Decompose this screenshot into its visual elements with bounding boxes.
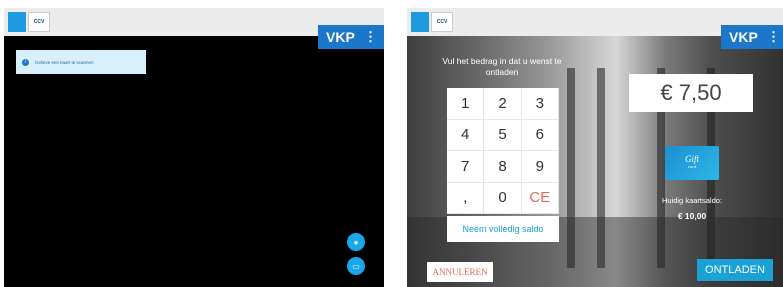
giftcard-icon: Gift card [665, 146, 719, 180]
kebab-menu-icon[interactable]: ⋮ [767, 29, 780, 45]
logo: CCV [411, 12, 453, 32]
key-0[interactable]: 0 [484, 182, 522, 214]
brand-logo-icon [411, 12, 429, 32]
key-3[interactable]: 3 [521, 88, 559, 120]
cancel-button[interactable]: ANNULEREN [427, 262, 493, 282]
scan-card-screen: CCV VKP ⋮ i Gelieve een kaart te scannen… [4, 8, 384, 287]
key-7[interactable]: 7 [447, 151, 485, 183]
kebab-menu-icon[interactable]: ⋮ [364, 29, 377, 45]
key-1[interactable]: 1 [447, 88, 485, 120]
key-5[interactable]: 5 [484, 119, 522, 151]
key-8[interactable]: 8 [484, 151, 522, 183]
numeric-keypad: 1 2 3 4 5 6 7 8 9 , 0 CE [447, 88, 559, 214]
giftcard-sub: card [687, 164, 697, 169]
key-6[interactable]: 6 [521, 119, 559, 151]
vkp-badge[interactable]: VKP ⋮ [721, 25, 783, 49]
scan-notice: i Gelieve een kaart te scannen [16, 50, 146, 74]
unload-amount-screen: CCV VKP ⋮ Vul het bedrag in dat u wenst … [407, 8, 783, 287]
unload-button[interactable]: ONTLADEN [697, 259, 773, 281]
amount-prompt: Vul het bedrag in dat u wenst te ontlade… [442, 56, 562, 77]
key-comma[interactable]: , [447, 182, 485, 214]
logo: CCV [8, 12, 50, 32]
balance-value: € 10,00 [677, 211, 707, 221]
card-icon[interactable]: ▭ [347, 257, 365, 275]
vkp-label: VKP [326, 29, 355, 45]
scan-notice-text: Gelieve een kaart te scannen [35, 59, 94, 65]
key-2[interactable]: 2 [484, 88, 522, 120]
key-clear[interactable]: CE [521, 182, 559, 214]
user-icon[interactable]: ● [347, 233, 365, 251]
key-9[interactable]: 9 [521, 151, 559, 183]
vkp-badge[interactable]: VKP ⋮ [318, 25, 384, 49]
key-4[interactable]: 4 [447, 119, 485, 151]
ccv-logo: CCV [28, 12, 50, 32]
vkp-label: VKP [729, 29, 758, 45]
amount-display: € 7,50 [629, 74, 753, 112]
brand-logo-icon [8, 12, 26, 32]
info-icon: i [22, 58, 29, 66]
ccv-logo: CCV [431, 12, 453, 32]
balance-label: Huidig kaartsaldo: [661, 196, 723, 205]
full-balance-button[interactable]: Neem volledig saldo [447, 216, 559, 242]
giftcard-title: Gift [684, 154, 699, 164]
